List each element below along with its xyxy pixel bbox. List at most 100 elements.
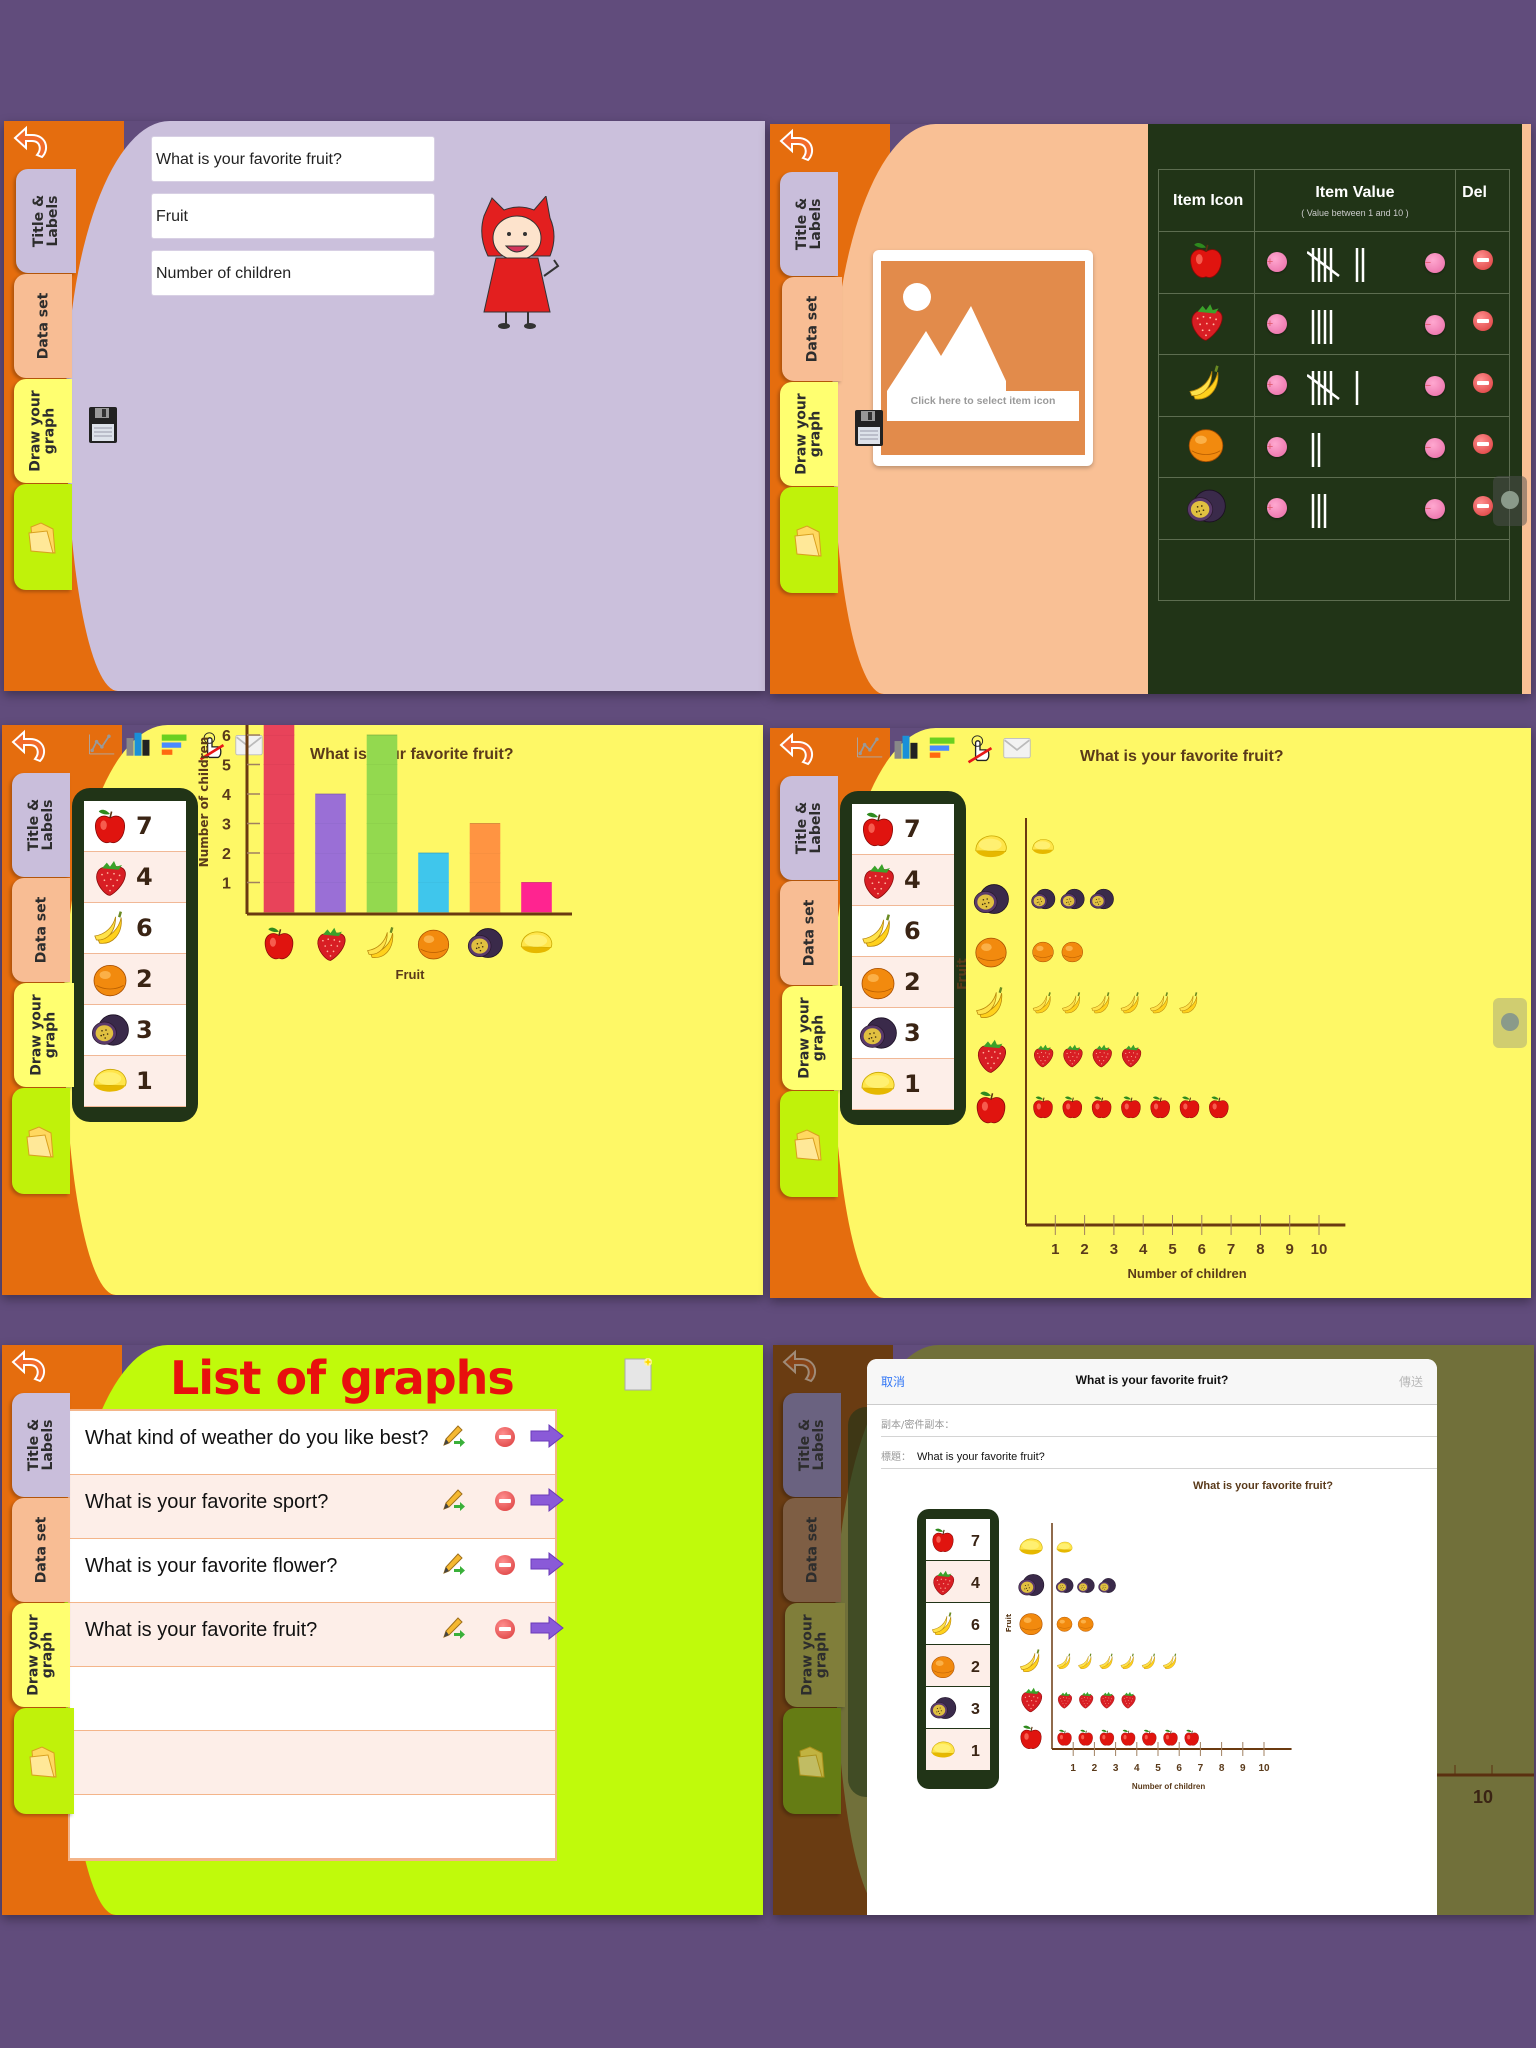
- open-arrow-icon[interactable]: [529, 1615, 565, 1641]
- tab-graph-list[interactable]: [780, 1091, 838, 1197]
- delete-graph-button[interactable]: [495, 1491, 515, 1511]
- mail-picto-unit: [1184, 1729, 1199, 1746]
- tab-title-labels[interactable]: Title & Labels: [780, 172, 838, 276]
- apple-icon: [1190, 242, 1223, 278]
- increment-button[interactable]: +: [1266, 436, 1287, 457]
- tab-graph-list[interactable]: [780, 487, 838, 593]
- floppy-disk-icon[interactable]: [88, 406, 118, 444]
- item-icon-cell[interactable]: [1158, 477, 1255, 540]
- graph-list-item[interactable]: What kind of weather do you like best?: [70, 1411, 564, 1475]
- item-icon-cell[interactable]: [1158, 415, 1255, 478]
- increment-button[interactable]: +: [1266, 375, 1287, 396]
- screen-title-labels: Title & Labels Data set Draw your graph …: [4, 121, 765, 691]
- back-arrow-icon[interactable]: [778, 730, 818, 770]
- mail-legend-value: 7: [971, 1533, 980, 1550]
- tab-graph-list[interactable]: [783, 1708, 841, 1814]
- decrement-button[interactable]: −: [1424, 253, 1445, 273]
- open-arrow-icon[interactable]: [529, 1423, 565, 1449]
- category-label-input[interactable]: Fruit: [151, 193, 435, 239]
- floppy-disk-icon[interactable]: [854, 409, 884, 447]
- tab-title-labels[interactable]: Title & Labels: [12, 773, 70, 877]
- delete-graph-button[interactable]: [495, 1555, 515, 1575]
- tab-draw-graph[interactable]: Draw your graph: [785, 1603, 845, 1707]
- header-del: Del: [1455, 169, 1510, 232]
- delete-row-button[interactable]: [1472, 495, 1493, 516]
- open-arrow-icon[interactable]: [529, 1487, 565, 1513]
- tab-draw-graph[interactable]: Draw your graph: [780, 382, 838, 486]
- item-icon-cell[interactable]: [1158, 292, 1255, 355]
- item-icon-cell[interactable]: [1158, 354, 1255, 417]
- increment-button[interactable]: +: [1266, 498, 1287, 519]
- decrement-button[interactable]: −: [1424, 314, 1445, 335]
- decrement-button[interactable]: −: [1424, 437, 1445, 458]
- edit-pencil-icon[interactable]: [440, 1487, 466, 1513]
- edit-pencil-icon[interactable]: [440, 1615, 466, 1641]
- mail-picto-unit: [1120, 1653, 1134, 1669]
- banana-icon: [1120, 992, 1139, 1014]
- item-icon-cell[interactable]: [1158, 231, 1255, 294]
- tab-data-set[interactable]: Data set: [782, 277, 842, 381]
- value-label-input[interactable]: Number of children: [151, 250, 435, 296]
- tab-data-set[interactable]: Data set: [780, 881, 838, 985]
- back-arrow-icon[interactable]: [12, 123, 52, 163]
- mail-x-tick-label: 10: [1258, 1763, 1270, 1774]
- picto-unit: [1089, 888, 1114, 910]
- tab-title-labels[interactable]: Title & Labels: [16, 169, 76, 273]
- picto-unit: [1061, 941, 1083, 963]
- increment-button[interactable]: +: [1266, 252, 1287, 273]
- tab-draw-graph[interactable]: Draw your graph: [12, 1603, 70, 1707]
- graph-title-input[interactable]: What is your favorite fruit?: [151, 136, 435, 182]
- graph-list-item[interactable]: What is your favorite sport?: [70, 1475, 564, 1539]
- decrement-button[interactable]: −: [1424, 376, 1445, 396]
- tab-title-labels[interactable]: Title & Labels: [12, 1393, 70, 1497]
- edit-pencil-icon[interactable]: [440, 1551, 466, 1577]
- graph-list-item[interactable]: What is your favorite fruit?: [70, 1603, 564, 1667]
- picto-unit: [1179, 1096, 1200, 1119]
- folder-icon: [26, 1126, 54, 1158]
- increment-button[interactable]: +: [1266, 313, 1287, 334]
- back-arrow-icon[interactable]: [781, 1347, 821, 1387]
- tab-graph-list[interactable]: [14, 484, 72, 590]
- tally-marks: [1306, 371, 1359, 405]
- banana-icon: [367, 927, 394, 958]
- tab-graph-list[interactable]: [12, 1088, 70, 1194]
- delete-row-button[interactable]: [1472, 372, 1493, 393]
- banana-icon: [1057, 1653, 1071, 1669]
- tab-title-labels[interactable]: Title & Labels: [783, 1393, 841, 1497]
- mail-y-axis-label: Fruit: [1005, 1613, 1013, 1632]
- delete-row-button[interactable]: [1472, 434, 1493, 455]
- banana-icon: [1019, 1649, 1040, 1672]
- delete-row-button[interactable]: [1472, 311, 1493, 332]
- tab-graph-list[interactable]: [14, 1708, 74, 1814]
- delete-graph-button[interactable]: [495, 1427, 515, 1447]
- mail-picto-unit: [1056, 1541, 1073, 1553]
- new-document-icon[interactable]: [623, 1357, 653, 1392]
- delete-graph-button[interactable]: [495, 1619, 515, 1639]
- bar-unit: [469, 823, 501, 854]
- item-icon-picker[interactable]: Click here to select item icon: [873, 250, 1093, 466]
- tab-data-set[interactable]: Data set: [12, 878, 70, 982]
- mail-x-tick-label: 3: [1113, 1763, 1119, 1774]
- x-axis-label: Number of children: [1128, 1266, 1247, 1281]
- delete-row-button[interactable]: [1472, 249, 1493, 270]
- tab-title-labels[interactable]: Title & Labels: [780, 776, 838, 880]
- tab-draw-graph[interactable]: Draw your graph: [14, 983, 74, 1087]
- item-value-cell: + −: [1253, 231, 1457, 294]
- tab-draw-graph[interactable]: Draw your graph: [14, 379, 72, 483]
- back-arrow-icon[interactable]: [10, 727, 50, 767]
- back-arrow-icon[interactable]: [778, 126, 818, 166]
- decrement-button[interactable]: −: [1424, 499, 1445, 519]
- tab-data-set[interactable]: Data set: [14, 274, 72, 378]
- open-arrow-icon[interactable]: [529, 1551, 565, 1577]
- strawberry-icon: [1192, 304, 1223, 341]
- back-arrow-icon[interactable]: [10, 1347, 50, 1387]
- assistive-touch-button[interactable]: [1493, 476, 1527, 526]
- tab-draw-graph[interactable]: Draw your graph: [782, 986, 842, 1090]
- apple-icon: [976, 1091, 1006, 1124]
- tab-data-set[interactable]: Data set: [12, 1498, 70, 1602]
- edit-pencil-icon[interactable]: [440, 1423, 466, 1449]
- graph-list-item[interactable]: What is your favorite flower?: [70, 1539, 564, 1603]
- assistive-touch-button[interactable]: [1493, 998, 1527, 1048]
- strawberry-icon: [1034, 1044, 1054, 1068]
- tab-data-set[interactable]: Data set: [783, 1498, 841, 1602]
